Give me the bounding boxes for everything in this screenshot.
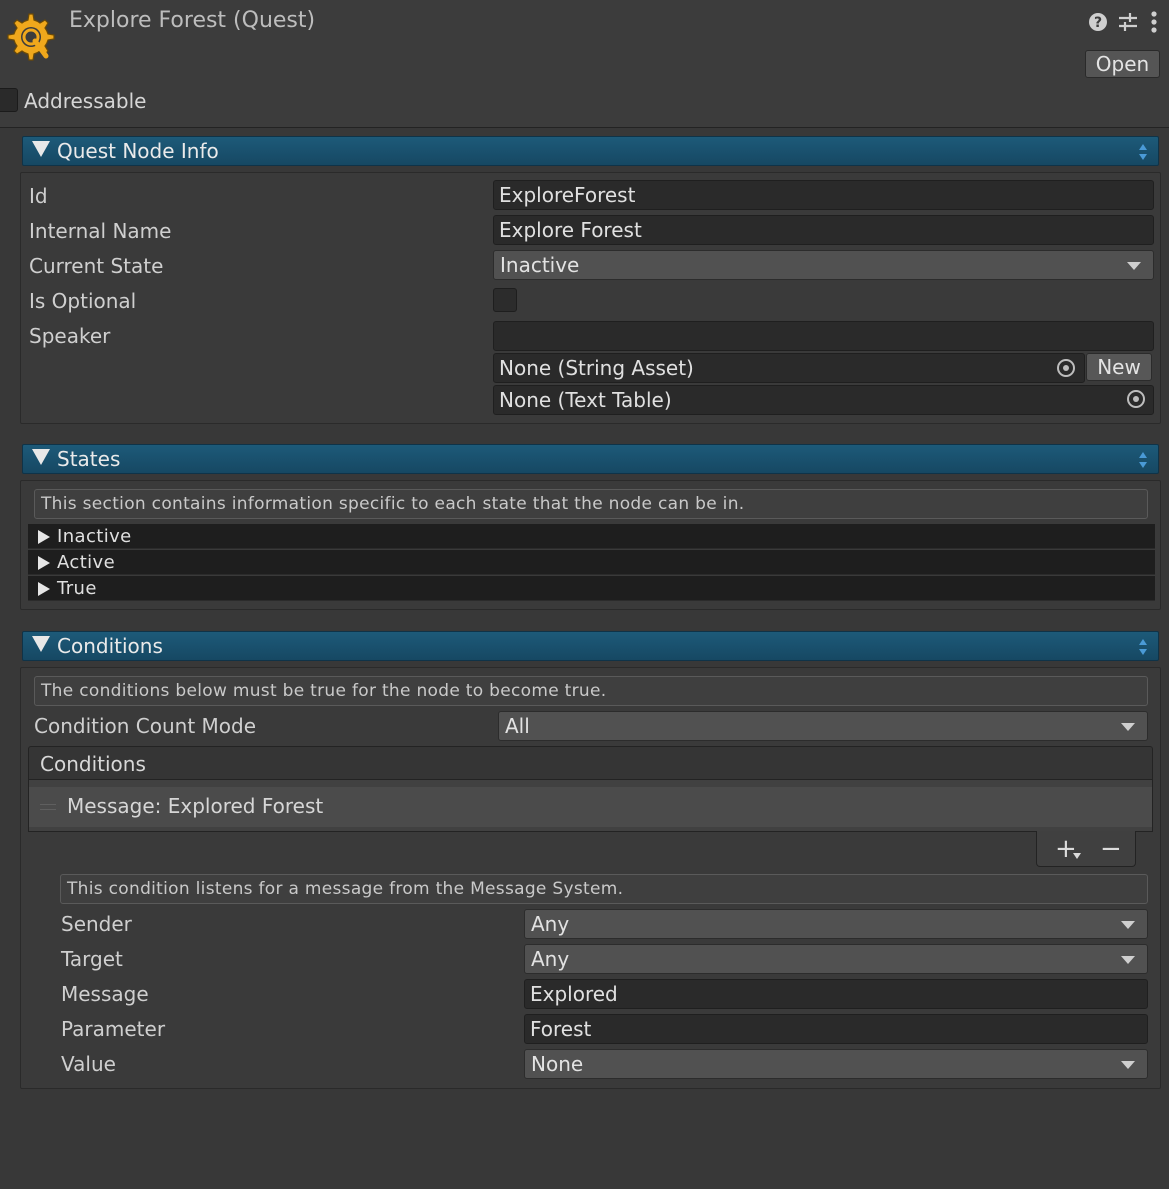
section-header-quest-node-info[interactable]: Quest Node Info xyxy=(22,136,1159,166)
sender-dropdown[interactable]: Any xyxy=(524,909,1148,939)
conditions-help-text: The conditions below must be true for th… xyxy=(34,676,1148,706)
state-foldout-true[interactable]: True xyxy=(28,576,1155,601)
condition-count-mode-label: Condition Count Mode xyxy=(34,714,257,738)
parameter-label: Parameter xyxy=(61,1017,166,1041)
text-table-field[interactable]: None (Text Table) xyxy=(493,385,1154,415)
sort-arrows-icon[interactable] xyxy=(1138,143,1148,161)
sort-arrows-icon[interactable] xyxy=(1138,451,1148,469)
foldout-collapsed-icon xyxy=(38,556,50,570)
value-value: None xyxy=(531,1052,584,1076)
add-condition-button[interactable]: + xyxy=(1055,834,1077,864)
state-foldout-inactive[interactable]: Inactive xyxy=(28,524,1155,549)
foldout-collapsed-icon xyxy=(38,530,50,544)
section-title: Quest Node Info xyxy=(57,139,219,163)
chevron-down-icon xyxy=(1121,956,1135,964)
chevron-down-icon xyxy=(1121,723,1135,731)
message-field[interactable]: Explored xyxy=(524,979,1148,1009)
chevron-down-icon xyxy=(1121,921,1135,929)
list-item[interactable]: Message: Explored Forest xyxy=(29,787,1152,827)
more-menu-icon[interactable] xyxy=(1149,10,1159,34)
help-icon[interactable]: ? xyxy=(1088,10,1108,34)
sender-value: Any xyxy=(531,912,570,936)
current-state-label: Current State xyxy=(29,254,164,278)
state-label: True xyxy=(57,578,97,599)
target-label: Target xyxy=(61,947,123,971)
target-value: Any xyxy=(531,947,570,971)
object-picker-icon[interactable] xyxy=(1057,359,1075,377)
page-title: Explore Forest (Quest) xyxy=(69,8,316,33)
sort-arrows-icon[interactable] xyxy=(1138,638,1148,656)
value-dropdown[interactable]: None xyxy=(524,1049,1148,1079)
current-state-dropdown[interactable]: Inactive xyxy=(493,250,1154,280)
svg-text:?: ? xyxy=(1094,15,1102,31)
conditions-list-title: Conditions xyxy=(40,752,146,776)
dropdown-caret-icon xyxy=(1073,853,1081,859)
quest-gear-icon xyxy=(7,13,55,61)
message-label: Message xyxy=(61,982,149,1006)
drag-handle-icon[interactable] xyxy=(40,804,56,810)
state-label: Inactive xyxy=(57,526,132,547)
section-title: Conditions xyxy=(57,634,163,658)
section-header-states[interactable]: States xyxy=(22,444,1159,474)
internal-name-label: Internal Name xyxy=(29,219,172,243)
is-optional-label: Is Optional xyxy=(29,289,137,313)
value-label: Value xyxy=(61,1052,116,1076)
addressable-label: Addressable xyxy=(24,89,147,113)
target-dropdown[interactable]: Any xyxy=(524,944,1148,974)
chevron-down-icon xyxy=(1127,262,1141,270)
is-optional-checkbox[interactable] xyxy=(493,288,517,312)
text-table-value: None (Text Table) xyxy=(499,388,672,412)
id-field[interactable]: ExploreForest xyxy=(493,180,1154,210)
condition-count-mode-dropdown[interactable]: All xyxy=(498,711,1148,741)
speaker-label: Speaker xyxy=(29,324,111,348)
foldout-collapsed-icon xyxy=(38,582,50,596)
state-label: Active xyxy=(57,552,116,573)
section-header-conditions[interactable]: Conditions xyxy=(22,631,1159,661)
chevron-down-icon xyxy=(1121,1061,1135,1069)
foldout-expanded-icon xyxy=(32,449,50,465)
preset-sliders-icon[interactable] xyxy=(1117,10,1139,34)
addressable-checkbox[interactable] xyxy=(0,88,18,112)
foldout-expanded-icon xyxy=(32,141,50,157)
inspector-header: Explore Forest (Quest) ? Open Addressabl… xyxy=(0,0,1169,128)
section-title: States xyxy=(57,447,121,471)
object-picker-icon[interactable] xyxy=(1127,390,1145,408)
parameter-field[interactable]: Forest xyxy=(524,1014,1148,1044)
condition-count-mode-value: All xyxy=(505,714,530,738)
open-button[interactable]: Open xyxy=(1085,50,1160,78)
list-add-remove-footer: + − xyxy=(1036,831,1136,867)
list-item-label: Message: Explored Forest xyxy=(67,794,324,818)
id-label: Id xyxy=(29,184,48,208)
internal-name-field[interactable]: Explore Forest xyxy=(493,215,1154,245)
states-help-text: This section contains information specif… xyxy=(34,489,1148,519)
foldout-expanded-icon xyxy=(32,636,50,652)
state-foldout-active[interactable]: Active xyxy=(28,550,1155,575)
new-string-asset-button[interactable]: New xyxy=(1086,353,1152,381)
string-asset-value: None (String Asset) xyxy=(499,356,694,380)
conditions-list: Message: Explored Forest xyxy=(28,780,1153,832)
conditions-list-header: Conditions xyxy=(28,746,1153,780)
sender-label: Sender xyxy=(61,912,132,936)
condition-help-text: This condition listens for a message fro… xyxy=(60,874,1148,904)
speaker-field[interactable] xyxy=(493,321,1154,351)
remove-condition-button[interactable]: − xyxy=(1100,834,1122,864)
current-state-value: Inactive xyxy=(500,253,580,277)
string-asset-field[interactable]: None (String Asset) xyxy=(493,353,1085,383)
